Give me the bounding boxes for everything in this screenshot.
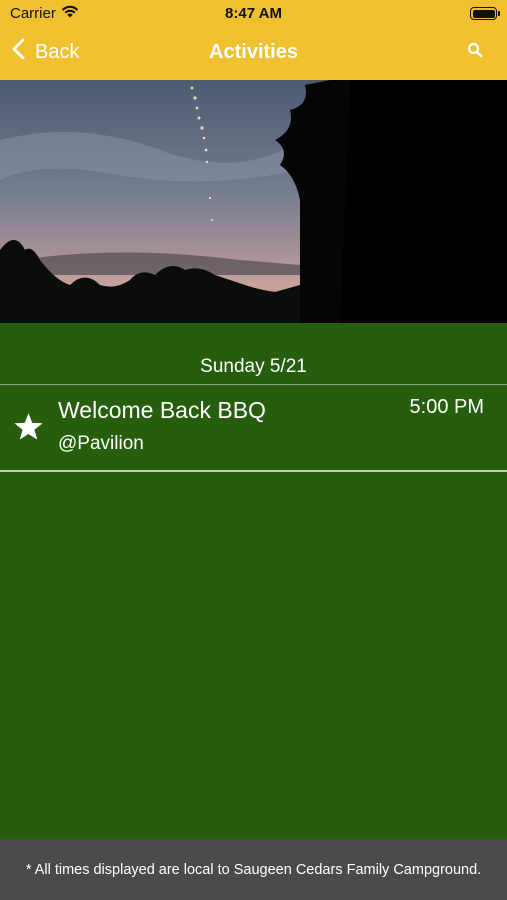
event-title: Welcome Back BBQ (58, 397, 266, 423)
star-icon[interactable] (13, 412, 44, 447)
search-icon[interactable] (467, 42, 483, 63)
sunset-photo (0, 80, 507, 323)
hero-image-carousel[interactable] (0, 80, 507, 323)
schedule-list: Sunday 5/21 Welcome Back BBQ @Pavilion 5… (0, 323, 507, 839)
event-location: @Pavilion (58, 433, 144, 454)
status-time: 8:47 AM (225, 5, 282, 22)
divider (0, 470, 507, 472)
navigation-bar: Back Activities (0, 28, 507, 80)
status-bar: Carrier 8:47 AM (0, 0, 507, 28)
event-row[interactable]: Welcome Back BBQ @Pavilion 5:00 PM (0, 385, 507, 471)
day-header: Sunday 5/21 (200, 356, 307, 377)
page-title: Activities (209, 41, 298, 63)
battery-icon (470, 7, 500, 20)
footer-note: * All times displayed are local to Sauge… (25, 861, 482, 878)
timezone-footer: * All times displayed are local to Sauge… (0, 839, 507, 900)
event-time: 5:00 PM (409, 396, 484, 418)
